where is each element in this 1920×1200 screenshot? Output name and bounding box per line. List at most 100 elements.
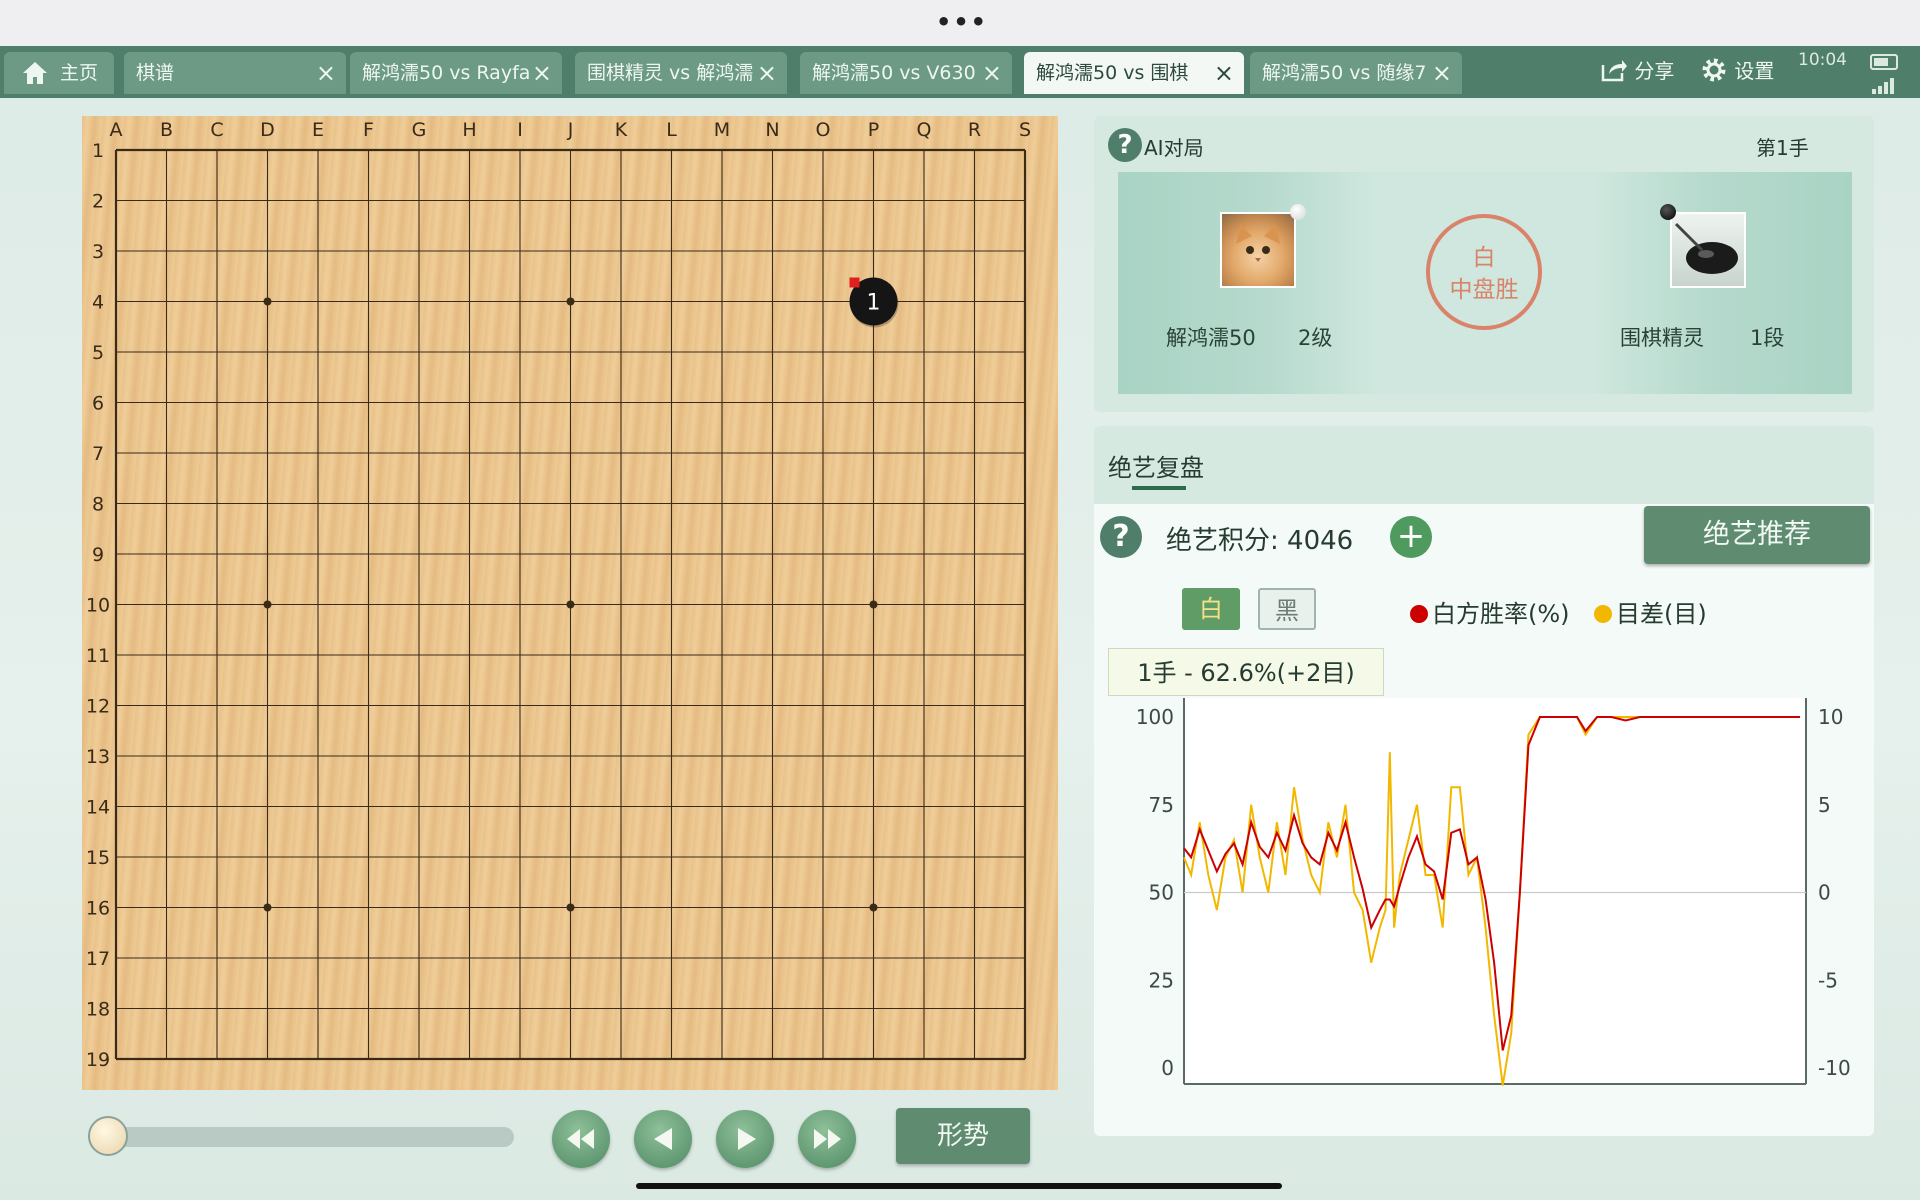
tab-game-v630[interactable]: 解鸿濡50 vs V630 ×	[800, 52, 1012, 94]
column-label: J	[567, 119, 574, 141]
tab-game-current[interactable]: 解鸿濡50 vs 围棋 ×	[1024, 52, 1244, 94]
white-view-toggle[interactable]: 白	[1182, 588, 1240, 630]
last-move-icon	[814, 1129, 841, 1149]
close-icon[interactable]: ×	[757, 52, 777, 94]
column-label: M	[714, 119, 730, 141]
last-move-marker	[849, 277, 860, 288]
score-help-icon[interactable]: ?	[1100, 516, 1142, 558]
tab-home[interactable]: 主页	[4, 52, 114, 94]
tab-game-suiyuan[interactable]: 解鸿濡50 vs 随缘7 ×	[1250, 52, 1462, 94]
result-type: 中盘胜	[1449, 277, 1519, 303]
gear-icon	[1702, 58, 1726, 82]
board-stone[interactable]: 1	[849, 277, 899, 328]
row-label: 5	[92, 342, 104, 364]
share-label: 分享	[1634, 59, 1675, 83]
star-point	[869, 600, 878, 609]
home-icon	[23, 62, 47, 84]
white-stone-icon	[1290, 204, 1306, 220]
y-left-tick-label: 0	[1161, 1056, 1174, 1080]
situation-button[interactable]: 形势	[896, 1108, 1030, 1164]
tab-ai-review[interactable]: 绝艺复盘	[1108, 448, 1204, 483]
row-label: 18	[86, 999, 110, 1021]
close-icon[interactable]: ×	[1432, 52, 1452, 94]
legend-diff: 目差(目)	[1594, 594, 1707, 629]
close-icon[interactable]: ×	[1214, 52, 1234, 94]
row-label: 17	[86, 948, 110, 970]
close-icon[interactable]: ×	[532, 52, 552, 94]
window-menu-dots[interactable]: •••	[936, 10, 988, 34]
row-label: 12	[86, 696, 110, 718]
winrate-chart[interactable]: 10075502501050-5-10	[1110, 690, 1850, 1090]
home-indicator	[636, 1183, 1282, 1189]
legend-winrate-label: 白方胜率(%)	[1432, 600, 1570, 628]
column-label: L	[666, 119, 677, 141]
column-label: O	[816, 119, 831, 141]
column-label: I	[517, 119, 523, 141]
close-icon[interactable]: ×	[316, 52, 336, 94]
star-point	[263, 600, 272, 609]
cat-avatar-icon	[1236, 224, 1280, 262]
tab-label: 主页	[60, 62, 99, 84]
white-player-rank: 2级	[1298, 326, 1333, 350]
add-score-button[interactable]: +	[1390, 516, 1432, 558]
settings-label: 设置	[1734, 59, 1775, 83]
star-point	[566, 903, 575, 912]
black-stone-icon	[1660, 204, 1676, 220]
y-left-tick-label: 75	[1149, 793, 1174, 817]
stone-number: 1	[867, 291, 881, 316]
row-label: 7	[92, 443, 104, 465]
star-point	[263, 297, 272, 306]
white-player-avatar[interactable]	[1220, 212, 1296, 288]
column-label: R	[968, 119, 981, 141]
black-view-toggle[interactable]: 黑	[1258, 588, 1316, 630]
battery-icon	[1870, 54, 1898, 70]
help-icon[interactable]: ?	[1108, 128, 1142, 162]
tab-label: 解鸿濡50 vs Rayfa	[362, 62, 531, 84]
star-point	[263, 903, 272, 912]
row-label: 19	[86, 1049, 110, 1071]
first-move-button[interactable]	[552, 1110, 610, 1168]
status-bar: •••	[0, 0, 1920, 46]
review-header: 绝艺复盘	[1094, 426, 1874, 504]
last-move-button[interactable]	[798, 1110, 856, 1168]
next-move-button[interactable]	[716, 1110, 774, 1168]
game-type-label: AI对局	[1144, 136, 1204, 160]
column-label: G	[412, 119, 427, 141]
row-label: 6	[92, 393, 104, 415]
row-label: 9	[92, 544, 104, 566]
result-winner: 白	[1472, 245, 1496, 271]
next-move-icon	[738, 1128, 756, 1150]
ai-score-label: 绝艺积分: 4046	[1166, 526, 1354, 556]
y-right-tick-label: -5	[1818, 968, 1838, 992]
row-label: 13	[86, 746, 110, 768]
prev-move-icon	[654, 1128, 672, 1150]
tab-game-elf[interactable]: 围棋精灵 vs 解鸿濡 ×	[575, 52, 787, 94]
share-button[interactable]: 分享	[1600, 56, 1674, 86]
column-label: K	[615, 119, 628, 141]
move-slider-handle[interactable]	[88, 1116, 128, 1156]
legend-yellow-dot	[1594, 605, 1612, 623]
go-bowl-avatar-icon	[1674, 222, 1738, 274]
move-slider-track[interactable]	[110, 1127, 514, 1147]
column-label: F	[363, 119, 374, 141]
y-right-tick-label: -10	[1818, 1056, 1850, 1080]
row-label: 11	[86, 645, 110, 667]
signal-icon	[1872, 78, 1896, 94]
black-player-rank: 1段	[1750, 326, 1785, 350]
row-label: 10	[86, 595, 110, 617]
black-player-avatar[interactable]	[1670, 212, 1746, 288]
tab-game-records[interactable]: 棋谱 ×	[124, 52, 346, 94]
go-board[interactable]: A B C D E F G H I J K L M N O P Q R S 1 2 3 4 5 6 7 8 9 10 11 12 13 14 15…	[82, 116, 1058, 1090]
column-label: E	[312, 119, 324, 141]
y-left-tick-label: 100	[1136, 705, 1174, 729]
tab-game-rayfa[interactable]: 解鸿濡50 vs Rayfa ×	[350, 52, 562, 94]
column-label: Q	[917, 119, 932, 141]
settings-button[interactable]: 设置	[1700, 56, 1774, 86]
y-left-tick-label: 25	[1149, 968, 1174, 992]
close-icon[interactable]: ×	[982, 52, 1002, 94]
prev-move-button[interactable]	[634, 1110, 692, 1168]
board-grid[interactable]: A B C D E F G H I J K L M N O P Q R S123456789101112131415…	[82, 116, 1058, 1090]
tab-label: 解鸿濡50 vs 随缘7	[1262, 62, 1427, 84]
star-point	[566, 297, 575, 306]
ai-recommend-button[interactable]: 绝艺推荐	[1644, 506, 1870, 564]
